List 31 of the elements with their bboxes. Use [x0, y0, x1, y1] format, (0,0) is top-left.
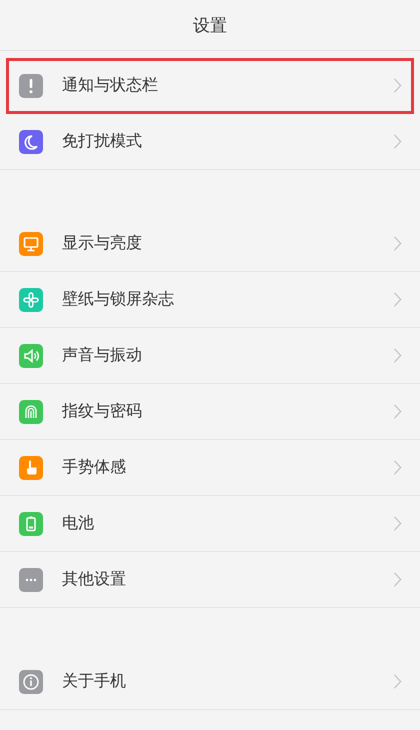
- item-label: 通知与状态栏: [62, 75, 159, 96]
- chevron-right-icon: [393, 673, 402, 690]
- item-label: 显示与亮度: [62, 233, 143, 254]
- chevron-right-icon: [393, 291, 402, 308]
- item-label: 声音与振动: [62, 345, 143, 366]
- settings-item[interactable]: 其他设置: [0, 552, 420, 608]
- item-label: 关于手机: [62, 671, 127, 692]
- settings-item[interactable]: 显示与亮度: [0, 216, 420, 272]
- chevron-right-icon: [393, 571, 402, 588]
- item-label: 手势体感: [62, 457, 127, 478]
- settings-item[interactable]: 壁纸与锁屏杂志: [0, 272, 420, 328]
- chevron-right-icon: [393, 515, 402, 532]
- item-label: 电池: [62, 513, 95, 534]
- item-label: 免打扰模式: [62, 131, 143, 152]
- item-label: 壁纸与锁屏杂志: [62, 289, 175, 310]
- settings-item[interactable]: 手势体感: [0, 440, 420, 496]
- chevron-right-icon: [393, 235, 402, 252]
- page-title: 设置: [193, 14, 227, 36]
- chevron-right-icon: [393, 77, 402, 94]
- chevron-right-icon: [393, 347, 402, 364]
- settings-item[interactable]: 电池: [0, 496, 420, 552]
- chevron-right-icon: [393, 459, 402, 476]
- settings-item[interactable]: 声音与振动: [0, 328, 420, 384]
- item-label: 指纹与密码: [62, 401, 143, 422]
- settings-item[interactable]: 免打扰模式: [0, 114, 420, 170]
- settings-item[interactable]: 指纹与密码: [0, 384, 420, 440]
- chevron-right-icon: [393, 403, 402, 420]
- chevron-right-icon: [393, 133, 402, 150]
- settings-item[interactable]: 通知与状态栏: [6, 58, 414, 114]
- item-label: 其他设置: [62, 569, 127, 590]
- settings-item[interactable]: 关于手机: [0, 654, 420, 710]
